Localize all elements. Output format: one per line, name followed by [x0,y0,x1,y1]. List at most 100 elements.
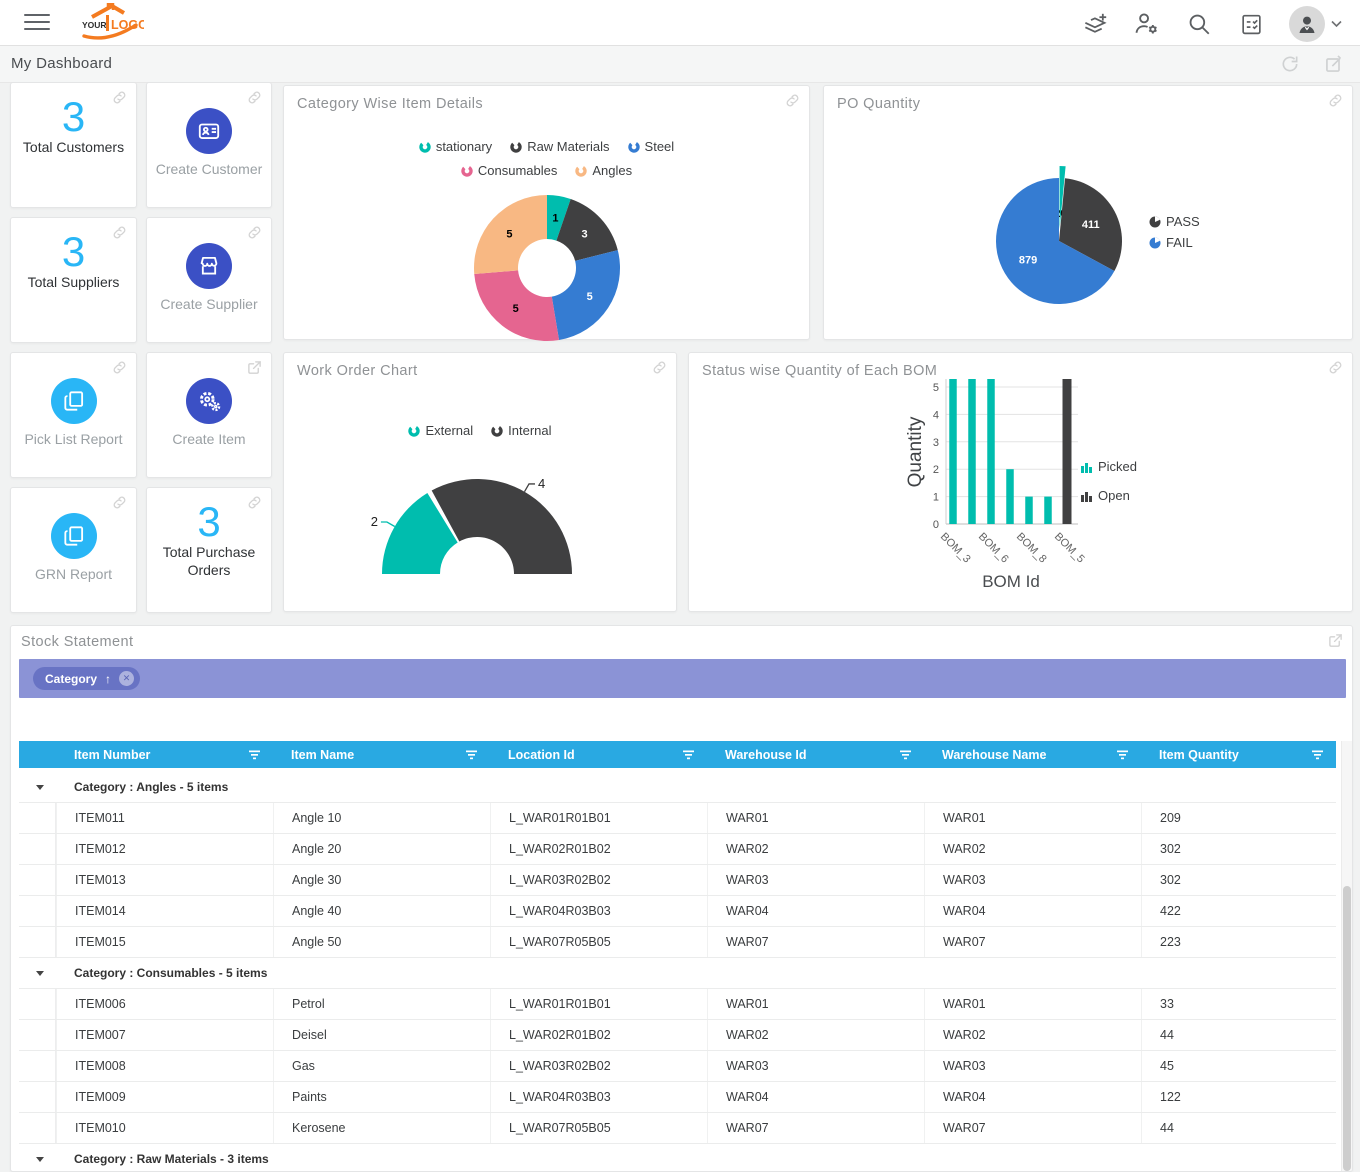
tile-create-customer[interactable]: Create Customer [146,82,272,208]
table-row[interactable]: ITEM008GasL_WAR03R02B02WAR03WAR0345 [19,1051,1336,1082]
link-icon[interactable] [112,360,127,375]
link-icon[interactable] [112,495,127,510]
table-cell: ITEM007 [56,1020,273,1050]
table-header-gutter [19,741,56,768]
tile-create-supplier[interactable]: Create Supplier [146,217,272,343]
group-chip-category[interactable]: Category ↑ ✕ [33,667,140,690]
group-header-label: Category : Angles - 5 items [56,780,1336,794]
table-row[interactable]: ITEM007DeiselL_WAR02R01B02WAR02WAR0244 [19,1020,1336,1051]
donut-chart[interactable]: 13555 [284,86,811,341]
vertical-scrollbar[interactable] [1341,741,1352,1171]
refresh-icon[interactable] [1280,54,1300,79]
action-label: Create Item [147,431,271,449]
scrollbar-thumb[interactable] [1343,886,1351,1171]
table-cell: ITEM014 [56,896,273,926]
table-row[interactable]: ITEM015Angle 50L_WAR07R05B05WAR07WAR0722… [19,927,1336,958]
edit-icon[interactable] [1324,54,1344,79]
y-tick-label: 0 [933,519,939,531]
semi-donut-slice-Internal[interactable] [432,479,572,574]
chip-close-icon[interactable]: ✕ [119,671,134,686]
bar-picked[interactable] [949,379,957,524]
bar-picked[interactable] [968,379,976,524]
chevron-down-icon[interactable] [1331,20,1342,28]
storefront-icon[interactable] [186,243,232,289]
bar-picked[interactable] [1006,469,1014,524]
user-settings-icon[interactable] [1133,10,1161,38]
company-logo[interactable]: YOUR LOGO [78,3,144,48]
group-header-row[interactable]: Category : Consumables - 5 items [19,958,1336,989]
user-menu[interactable] [1289,6,1342,42]
menu-icon[interactable] [24,14,50,35]
table-cell: WAR04 [924,1082,1141,1112]
pie-chart[interactable]: 20411879 [824,86,1354,341]
task-checklist-icon[interactable] [1237,10,1265,38]
bar-picked[interactable] [987,379,995,524]
column-header-location-id[interactable]: Location Id [490,741,707,768]
tile-total-purchase-orders[interactable]: 3 Total Purchase Orders [146,487,272,613]
table-row[interactable]: ITEM010KeroseneL_WAR07R05B05WAR07WAR0744 [19,1113,1336,1144]
table-cell: WAR07 [707,1113,924,1143]
bar-picked[interactable] [1044,497,1052,524]
documents-icon[interactable] [51,378,97,424]
group-header-row[interactable]: Category : Angles - 5 items [19,772,1336,803]
link-icon[interactable] [247,225,262,240]
tile-grn-report[interactable]: GRN Report [10,487,137,613]
table-cell: WAR02 [707,1020,924,1050]
filter-icon[interactable] [465,750,478,760]
filter-icon[interactable] [899,750,912,760]
row-gutter [19,865,56,895]
table-cell: L_WAR04R03B03 [490,1082,707,1112]
filter-icon[interactable] [1311,750,1324,760]
filter-icon[interactable] [682,750,695,760]
layers-add-icon[interactable] [1081,10,1109,38]
id-card-icon[interactable] [186,108,232,154]
tile-create-item[interactable]: Create Item [146,352,272,478]
group-header-label: Category : Raw Materials - 3 items [56,1152,1336,1166]
stat-label: Total Purchase Orders [147,544,271,579]
table-cell: Kerosene [273,1113,490,1143]
gears-icon[interactable] [186,378,232,424]
tile-total-customers[interactable]: 3 Total Customers [10,82,137,208]
filter-icon[interactable] [248,750,261,760]
sort-asc-icon[interactable]: ↑ [105,672,111,686]
slice-value-label: 5 [506,228,512,240]
column-header-item-quantity[interactable]: Item Quantity [1141,741,1336,768]
bar-chart[interactable]: 012345BOM_3BOM_6BOM_8BOM_5QuantityBOM Id [689,353,1354,613]
group-header-row[interactable]: Category : Raw Materials - 3 items [19,1144,1336,1172]
bar-open[interactable] [1063,379,1072,524]
table-cell: 422 [1141,896,1336,926]
link-icon[interactable] [112,225,127,240]
table-row[interactable]: ITEM011Angle 10L_WAR01R01B01WAR01WAR0120… [19,803,1336,834]
table-cell: WAR04 [924,896,1141,926]
table-cell: Angle 50 [273,927,490,957]
table-cell: WAR03 [707,1051,924,1081]
slice-value-label: 4 [538,476,545,491]
table-row[interactable]: ITEM006PetrolL_WAR01R01B01WAR01WAR0133 [19,989,1336,1020]
table-row[interactable]: ITEM009PaintsL_WAR04R03B03WAR04WAR04122 [19,1082,1336,1113]
column-header-item-number[interactable]: Item Number [56,741,273,768]
expand-icon[interactable] [1328,633,1343,648]
documents-icon[interactable] [51,513,97,559]
collapse-triangle-icon[interactable] [36,971,44,976]
search-icon[interactable] [1185,10,1213,38]
tile-total-suppliers[interactable]: 3 Total Suppliers [10,217,137,343]
collapse-triangle-icon[interactable] [36,785,44,790]
table-row[interactable]: ITEM012Angle 20L_WAR02R01B02WAR02WAR0230… [19,834,1336,865]
link-icon[interactable] [247,495,262,510]
semi-donut-chart[interactable]: 24 [284,353,678,613]
table-row[interactable]: ITEM013Angle 30L_WAR03R02B02WAR03WAR0330… [19,865,1336,896]
column-header-warehouse-name[interactable]: Warehouse Name [924,741,1141,768]
filter-icon[interactable] [1116,750,1129,760]
link-icon[interactable] [247,90,262,105]
column-header-warehouse-id[interactable]: Warehouse Id [707,741,924,768]
tile-pick-list-report[interactable]: Pick List Report [10,352,137,478]
table-row[interactable]: ITEM014Angle 40L_WAR04R03B03WAR04WAR0442… [19,896,1336,927]
collapse-triangle-icon[interactable] [36,1157,44,1162]
row-gutter [19,1113,56,1143]
bar-picked[interactable] [1025,497,1033,524]
table-cell: WAR03 [924,865,1141,895]
external-link-icon[interactable] [247,360,262,375]
column-header-item-name[interactable]: Item Name [273,741,490,768]
avatar[interactable] [1289,6,1325,42]
link-icon[interactable] [112,90,127,105]
